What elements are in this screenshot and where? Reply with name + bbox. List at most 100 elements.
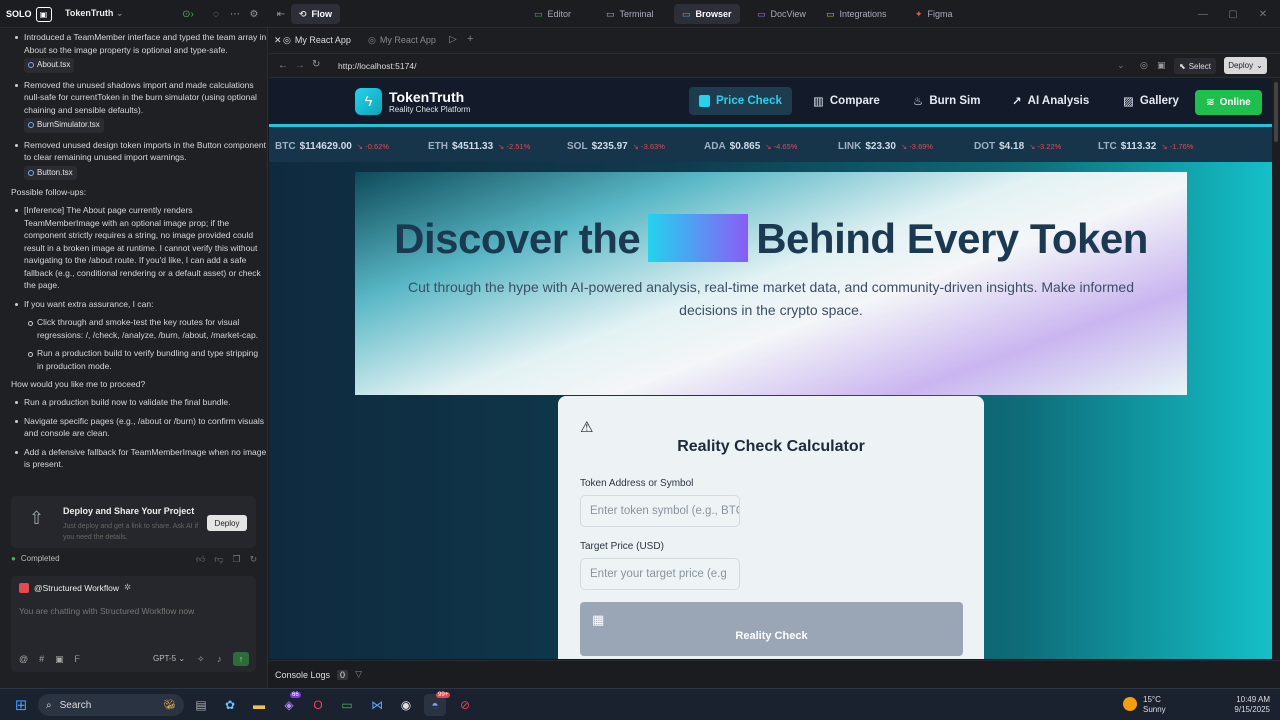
clock[interactable]: 10:49 AM 9/15/2025 xyxy=(1200,695,1270,715)
flame-icon: ♨ xyxy=(913,96,924,108)
trend-down-icon: ↘ xyxy=(498,142,507,151)
thumbs-down-icon[interactable]: 👎︎ xyxy=(214,554,223,565)
sun-icon xyxy=(1123,697,1137,711)
task-view-icon[interactable]: ▤ xyxy=(190,694,212,716)
forward-icon[interactable]: → xyxy=(295,60,305,71)
ticker-item-sol: SOL $235.97 ↘ -3.63% xyxy=(567,141,665,152)
app-icon-2[interactable]: ▭ xyxy=(336,694,358,716)
token-input[interactable]: Enter token symbol (e.g., BTC xyxy=(580,495,740,527)
agent-chip[interactable]: @Structured Workflow ✲ xyxy=(19,582,131,593)
refresh-icon[interactable]: ↻ xyxy=(250,554,258,565)
ticker-item-ltc: LTC $113.32 ↘ -1.76% xyxy=(1098,141,1194,152)
nav-price-check[interactable]: Price Check xyxy=(689,87,792,115)
file-chip-about[interactable]: About.tsx xyxy=(24,58,75,73)
file-chip-button[interactable]: Button.tsx xyxy=(24,165,77,180)
nav-ai-analysis[interactable]: ↗ AI Analysis xyxy=(1002,87,1099,115)
send-button[interactable]: ↑ xyxy=(233,652,249,666)
play-icon[interactable]: ▷ xyxy=(449,34,457,45)
brand-name[interactable]: TokenTruth xyxy=(389,89,464,105)
project-selector[interactable]: TokenTruth ⌄ xyxy=(65,8,123,19)
collapse-panel-icon[interactable]: ⇤ xyxy=(274,7,288,21)
image-icon[interactable]: ▣ xyxy=(55,654,64,665)
reality-check-button[interactable]: ▦ Reality Check xyxy=(580,602,963,656)
model-selector[interactable]: GPT-5 ⌄ xyxy=(153,654,185,663)
windows-taskbar: ⊞ ⌕ Search 🐝︎ ▤ ✿ ▬ ◈ 66 O ▭ ⋈ ◉ ◓ 99+ ⊘ 15°… xyxy=(0,688,1280,720)
trend-down-icon: ↘ xyxy=(632,142,642,151)
chat-input-box[interactable]: @Structured Workflow ✲ You are chatting w… xyxy=(11,576,256,672)
file-explorer-icon[interactable]: ▬ xyxy=(248,694,270,716)
tab-docview[interactable]: ▭ DocView xyxy=(749,4,814,24)
online-status-button[interactable]: ≋ Online xyxy=(1195,90,1262,115)
copilot-icon[interactable]: ✿ xyxy=(219,694,241,716)
warning-icon: ⚠ xyxy=(580,419,594,436)
status-completed: ● Completed xyxy=(11,554,60,563)
chat-bubble-icon[interactable]: ◌ xyxy=(209,7,223,21)
console-bar: Console Logs 0 ▽ xyxy=(269,660,1280,688)
close-window-icon[interactable]: ✕ xyxy=(1256,7,1270,21)
status-icon[interactable]: ⊙› xyxy=(178,7,198,21)
agent-icon xyxy=(19,582,29,593)
tab-terminal[interactable]: ▭ Terminal xyxy=(598,4,662,24)
target-icon[interactable]: ◎ xyxy=(1140,60,1148,71)
taskbar-search[interactable]: ⌕ Search 🐝︎ xyxy=(38,694,184,716)
back-icon[interactable]: ← xyxy=(278,60,288,71)
scrollbar[interactable] xyxy=(1272,78,1280,660)
sparkle-icon: ✲ xyxy=(124,582,132,592)
file-chip-burnsim[interactable]: BurnSimulator.tsx xyxy=(24,118,104,133)
ticker-item-link: LINK $23.30 ↘ -3.69% xyxy=(838,141,934,152)
reload-icon[interactable]: ↻ xyxy=(312,59,320,70)
select-button[interactable]: ⬉ Select xyxy=(1174,58,1216,74)
screenshot-icon[interactable]: ▣ xyxy=(1157,60,1166,71)
windows-start-icon[interactable]: ⊞ xyxy=(10,694,32,716)
chat-input[interactable]: You are chatting with Structured Workflo… xyxy=(19,606,194,616)
mic-icon[interactable]: ♪ xyxy=(217,654,222,664)
list-item: Navigate specific pages (e.g., /about or… xyxy=(0,415,267,440)
terminal-icon: ▭ xyxy=(606,8,615,19)
list-item: Run a production build to verify bundlin… xyxy=(0,347,267,372)
browser-tab[interactable]: ◎ My React App xyxy=(368,35,436,46)
minimize-icon[interactable]: — xyxy=(1196,7,1210,21)
copy-icon[interactable]: ❐ xyxy=(233,554,241,565)
target-price-input[interactable]: Enter your target price (e.g xyxy=(580,558,740,590)
tab-integrations[interactable]: ▭ Integrations xyxy=(818,4,895,24)
nav-compare[interactable]: ▥ Compare xyxy=(803,87,890,115)
ticker-item-btc: BTC $114629.00 ↘ -0.62% xyxy=(275,141,389,152)
hero-subtitle: Cut through the hype with AI-powered ana… xyxy=(407,279,1134,318)
app-icon-1[interactable]: ◈ 66 xyxy=(278,692,301,716)
more-icon[interactable]: ⋯ xyxy=(228,7,242,21)
tab-figma[interactable]: ✦ Figma xyxy=(907,4,961,24)
price-ticker: BTC $114629.00 ↘ -0.62% ETH $4511.33 ↘ -2.51… xyxy=(269,124,1272,162)
app-icon-3[interactable]: ⊘ xyxy=(454,694,476,716)
close-tab-icon[interactable]: ✕ xyxy=(274,35,282,46)
search-highlight-icon: 🐝︎ xyxy=(163,699,176,711)
list-item: Add a defensive fallback for TeamMemberI… xyxy=(0,446,267,471)
magic-icon[interactable]: ✧ xyxy=(197,654,205,665)
chat-panel: Introduced a TeamMember interface and ty… xyxy=(0,28,268,688)
tab-editor[interactable]: ▭ Editor xyxy=(526,4,579,24)
url-input[interactable]: http://localhost:5174/ xyxy=(338,61,416,71)
new-tab-icon[interactable]: + xyxy=(467,33,473,45)
tab-browser[interactable]: ▭ Browser xyxy=(674,4,740,24)
github-icon[interactable]: ◉ xyxy=(395,694,417,716)
thumbs-up-icon[interactable]: 👍︎ xyxy=(196,554,205,565)
url-bar: ← → ↻ http://localhost:5174/ ⌄ ◎ ▣ ⬉ Sele… xyxy=(269,54,1280,78)
vscode-icon[interactable]: ⋈ xyxy=(366,694,388,716)
deploy-button[interactable]: Deploy xyxy=(207,515,247,531)
browser-tab-active[interactable]: ◎ My React App xyxy=(283,35,351,46)
url-dropdown-icon[interactable]: ⌄ xyxy=(1117,60,1125,71)
discord-icon[interactable]: ◓ 99+ xyxy=(424,692,451,716)
weather-widget[interactable]: 15°C Sunny xyxy=(1143,695,1166,715)
hero-section: Discover the Behind Every Token Cut throu… xyxy=(355,172,1187,395)
figma-icon[interactable]: ᖴ xyxy=(75,654,80,665)
nav-gallery[interactable]: ▨ Gallery xyxy=(1113,87,1189,115)
opera-icon[interactable]: O xyxy=(307,694,329,716)
settings-icon[interactable]: ⚙ xyxy=(247,7,261,21)
hash-icon[interactable]: # xyxy=(39,654,44,665)
mention-icon[interactable]: @ xyxy=(19,654,28,665)
flow-tab[interactable]: ⟲ Flow xyxy=(291,4,341,24)
deploy-dropdown[interactable]: Deploy ⌄ xyxy=(1224,57,1267,74)
nav-burn-sim[interactable]: ♨ Burn Sim xyxy=(903,87,990,115)
console-logs-toggle[interactable]: Console Logs 0 ▽ xyxy=(275,669,362,680)
maximize-icon[interactable]: ▢ xyxy=(1226,7,1240,21)
brand-bolt-icon[interactable]: ϟ xyxy=(355,88,382,115)
